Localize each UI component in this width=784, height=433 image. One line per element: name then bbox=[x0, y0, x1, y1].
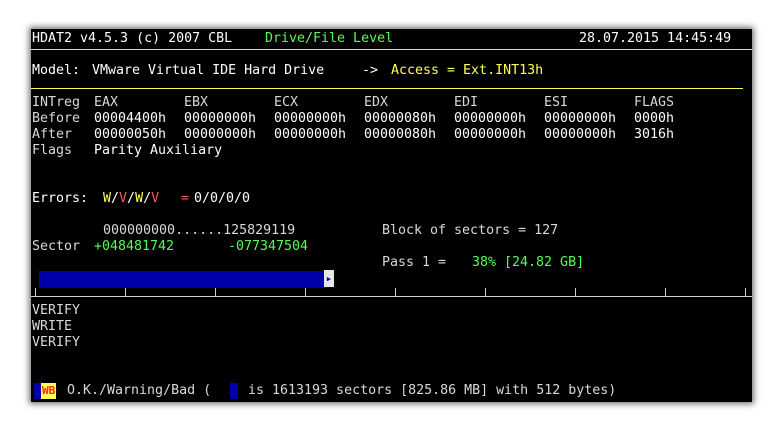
log-line: WRITE bbox=[32, 319, 73, 334]
after-flags: 3016h bbox=[634, 127, 675, 142]
progress-fill bbox=[39, 271, 329, 288]
sector-remaining: -077347504 bbox=[228, 239, 309, 254]
ruler-tick bbox=[485, 288, 486, 297]
progress-marker-icon: ▸ bbox=[323, 270, 334, 287]
errors-equals: = bbox=[181, 191, 190, 206]
before-flags: 0000h bbox=[634, 111, 675, 126]
log-line: VERIFY bbox=[32, 303, 81, 318]
pass-label: Pass 1 = bbox=[382, 255, 447, 270]
ruler-tick bbox=[305, 288, 306, 297]
errors-counts: 0/0/0/0 bbox=[194, 191, 251, 206]
progress-ruler bbox=[31, 296, 752, 297]
block-of-sectors: Block of sectors = 127 bbox=[382, 223, 559, 238]
before-ebx: 00000000h bbox=[184, 111, 257, 126]
model-label: Model: bbox=[32, 63, 81, 78]
after-esi: 00000000h bbox=[544, 127, 617, 142]
sector-range: 000000000......125829119 bbox=[103, 223, 295, 239]
col-edx: EDX bbox=[364, 95, 389, 110]
errors-legend: W/V/W/V bbox=[103, 191, 160, 206]
block-color-swatch bbox=[230, 383, 238, 399]
hdat2-console: HDAT2 v4.5.3 (c) 2007 CBL Drive/File Lev… bbox=[31, 29, 752, 402]
wb-badge: WB bbox=[41, 383, 57, 399]
legend-v1: V bbox=[119, 191, 128, 206]
col-flags: FLAGS bbox=[634, 95, 675, 110]
range-end: 125829119 bbox=[223, 223, 296, 238]
row-before-label: Before bbox=[32, 111, 81, 126]
col-edi: EDI bbox=[454, 95, 479, 110]
header-divider bbox=[31, 49, 752, 50]
range-start: 000000000 bbox=[103, 223, 176, 238]
datetime: 28.07.2015 14:45:49 bbox=[579, 31, 732, 46]
before-eax: 00004400h bbox=[94, 111, 167, 126]
before-edx: 00000080h bbox=[364, 111, 437, 126]
app-version: HDAT2 v4.5.3 (c) 2007 CBL bbox=[32, 31, 233, 46]
col-ecx: ECX bbox=[274, 95, 299, 110]
range-dots: ...... bbox=[175, 223, 224, 238]
arrow-symbol: -> bbox=[362, 63, 379, 78]
before-ecx: 00000000h bbox=[274, 111, 347, 126]
ruler-tick bbox=[575, 288, 576, 297]
access-method: Access = Ext.INT13h bbox=[391, 63, 544, 78]
pass-percent: 38% [24.82 GB] bbox=[472, 255, 585, 270]
col-ebx: EBX bbox=[184, 95, 209, 110]
row-after-label: After bbox=[32, 127, 73, 142]
ruler-tick bbox=[125, 288, 126, 297]
ruler-tick bbox=[215, 288, 216, 297]
after-ebx: 00000000h bbox=[184, 127, 257, 142]
after-edx: 00000080h bbox=[364, 127, 437, 142]
legend-text: O.K./Warning/Bad ( bbox=[67, 383, 212, 398]
sector-current: +048481742 bbox=[94, 239, 175, 254]
col-esi: ESI bbox=[544, 95, 569, 110]
before-edi: 00000000h bbox=[454, 111, 527, 126]
ruler-tick bbox=[745, 288, 746, 297]
drive-model-name: VMware Virtual IDE Hard Drive bbox=[92, 63, 325, 78]
flags-value: Parity Auxiliary bbox=[94, 143, 223, 158]
legend-w1: W bbox=[103, 191, 112, 206]
progress-track: ▸ bbox=[39, 270, 752, 288]
model-divider bbox=[31, 88, 743, 89]
ruler-tick bbox=[395, 288, 396, 297]
legend-v2: V bbox=[151, 191, 160, 206]
sector-size-info: is 1613193 sectors [825.86 MB] with 512 … bbox=[248, 383, 617, 398]
before-esi: 00000000h bbox=[544, 111, 617, 126]
errors-label: Errors: bbox=[32, 191, 89, 206]
ruler-tick bbox=[35, 288, 36, 297]
mode-label: Drive/File Level bbox=[265, 31, 394, 46]
after-ecx: 00000000h bbox=[274, 127, 347, 142]
after-edi: 00000000h bbox=[454, 127, 527, 142]
legend-w2: W bbox=[135, 191, 144, 206]
status-block-blue bbox=[34, 383, 41, 399]
col-eax: EAX bbox=[94, 95, 119, 110]
flags-label: Flags bbox=[32, 143, 73, 158]
after-eax: 00000050h bbox=[94, 127, 167, 142]
ruler-tick bbox=[665, 288, 666, 297]
register-header-label: INTreg bbox=[32, 95, 81, 110]
sector-label: Sector bbox=[32, 239, 81, 254]
log-line: VERIFY bbox=[32, 335, 81, 350]
